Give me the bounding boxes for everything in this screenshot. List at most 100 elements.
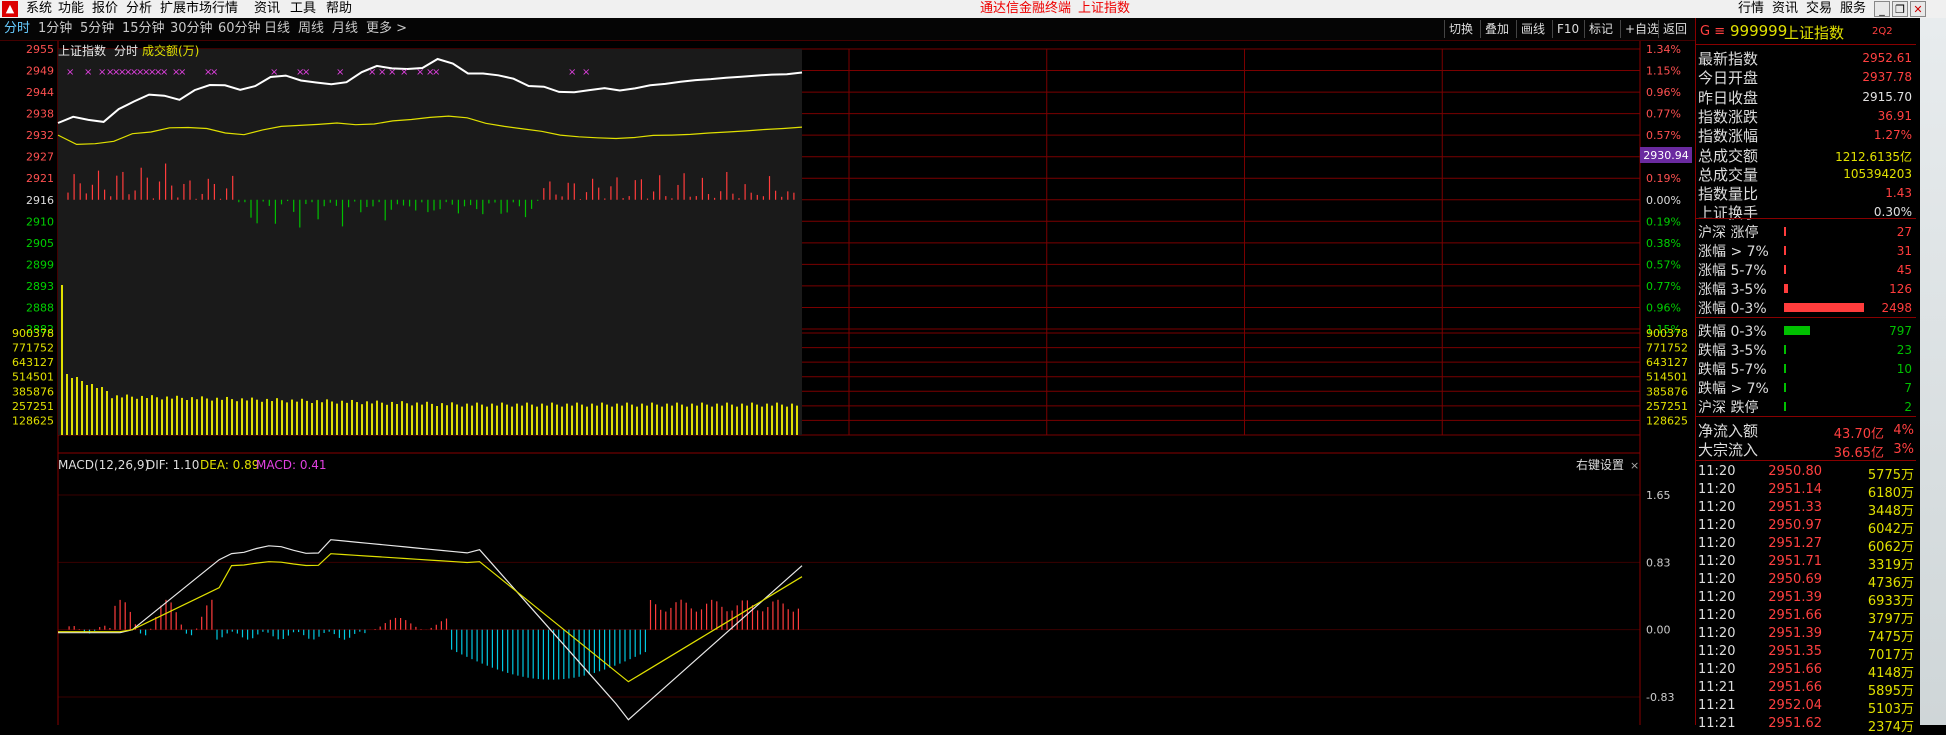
tick-price: 2951.71 [1768,554,1822,569]
menu-right-service[interactable]: 服务 [1840,0,1866,18]
back-button[interactable]: 返回 [1658,20,1687,38]
menu-function[interactable]: 功能 [58,0,84,18]
quote-menu-icon[interactable]: G ≡ [1700,24,1725,39]
tab-weekly[interactable]: 周线 [298,18,324,40]
trade-marker: × [582,67,590,78]
breadth-down-label: 沪深 跌停 [1698,400,1759,416]
tick-price: 2951.27 [1768,536,1822,551]
tab-30min[interactable]: 30分钟 [170,18,213,40]
pct-tick-label: 0.96% [1646,86,1681,99]
flow-separator [1696,416,1916,417]
trade-marker: × [388,67,396,78]
price-tick-label: 2949 [26,65,54,78]
menu-quote[interactable]: 报价 [92,0,118,18]
stat-label: 总成交量 [1698,165,1759,184]
volume-tick-label: 128625 [12,414,54,427]
breadth-up-label: 涨幅 0-3% [1698,301,1767,317]
menu-tools[interactable]: 工具 [290,0,316,18]
tick-time: 11:20 [1698,536,1736,551]
breadth-up-label: 涨幅 3-5% [1698,282,1767,298]
close-icon[interactable]: ✕ [1910,1,1926,17]
pct-tick-label: 0.96% [1646,301,1681,314]
restore-icon[interactable]: ❐ [1892,1,1908,17]
desktop-edge [1920,18,1946,725]
menu-analysis[interactable]: 分析 [126,0,152,18]
pct-tick-label: 0.00% [1646,194,1681,207]
macd-label: MACD(12,26,9) [58,458,149,472]
tick-price: 2952.04 [1768,698,1822,713]
stat-label: 今日开盘 [1698,69,1759,88]
mark-button[interactable]: 标记 [1584,20,1613,38]
breadth-down-label: 跌幅 > 7% [1698,381,1769,397]
price-tick-label: 2955 [26,43,54,56]
menu-right-news[interactable]: 资讯 [1772,0,1798,18]
tick-volume: 3448万 [1867,504,1914,519]
tick-volume: 4736万 [1867,576,1914,591]
tab-15min[interactable]: 15分钟 [122,18,165,40]
menu-extended-market[interactable]: 扩展市场行情 [160,0,238,18]
trade-marker: × [336,67,344,78]
volume-tick-label: 514501 [12,371,54,384]
price-tick-label: 2921 [26,172,54,185]
stat-value: 2915.70 [1862,89,1912,104]
price-tick-label: 2932 [26,129,54,142]
volume-tick-label: 771752 [1646,342,1688,355]
menu-help[interactable]: 帮助 [326,0,352,18]
macd-value: MACD: 0.41 [256,458,327,472]
breadth-down-label: 跌幅 0-3% [1698,324,1767,340]
tab-more[interactable]: 更多 > [366,18,407,40]
chart-index-label: 上证指数 [58,43,106,58]
breadth-up-label: 沪深 涨停 [1698,225,1759,241]
stat-label: 上证换手 [1698,204,1759,223]
app-title: 通达信金融终端 [980,1,1072,16]
tick-volume: 3797万 [1867,612,1914,627]
pct-tick-label: 0.77% [1646,108,1681,121]
price-tick-label: 2944 [26,86,54,99]
tab-5min[interactable]: 5分钟 [80,18,114,40]
breadth-down-value: 797 [1889,324,1912,338]
switch-button[interactable]: 切换 [1444,20,1473,38]
intraday-chart[interactable]: × × × ×××××××××× ×× ×× × ×× × × × × × × ×× × × 295529492… [0,41,1695,725]
draw-button[interactable]: 画线 [1516,20,1545,38]
f10-button[interactable]: F10 [1552,20,1579,38]
minimize-icon[interactable]: _ [1874,1,1890,17]
tab-intraday[interactable]: 分时 [4,18,30,40]
app-logo-icon: ▲ [2,1,18,17]
tick-time: 11:20 [1698,590,1736,605]
flow-label: 大宗流入 [1698,441,1759,459]
trade-marker: × [178,67,186,78]
stat-value: 1.43 [1885,186,1912,201]
flow-label: 净流入额 [1698,422,1759,440]
tab-60min[interactable]: 60分钟 [218,18,261,40]
right-settings-label[interactable]: 右键设置 [1576,457,1624,472]
price-tick-label: 2910 [26,215,54,228]
macd-tick-label: 0.00 [1646,624,1671,637]
trade-marker: × [66,67,74,78]
stat-value: 2937.78 [1862,70,1912,85]
macd-close-icon[interactable]: × [1630,459,1639,472]
breadth-down-value: 10 [1896,362,1912,376]
menu-news[interactable]: 资讯 [254,0,280,18]
quote-name: 上证指数 [1784,24,1845,42]
overlay-button[interactable]: 叠加 [1480,20,1509,38]
tick-time: 11:20 [1698,572,1736,587]
current-price-value: 2930.94 [1643,149,1689,162]
breadth-down-bar [1784,383,1786,392]
tab-daily[interactable]: 日线 [264,18,290,40]
breadth-down-label: 跌幅 5-7% [1698,362,1767,378]
tick-time: 11:20 [1698,644,1736,659]
tab-monthly[interactable]: 月线 [332,18,358,40]
quote-panel: G ≡ 999999 上证指数 2Q2 最新指数 2952.61 今日开盘 2937.… [1695,18,1946,735]
pct-tick-label: 0.38% [1646,237,1681,250]
tab-1min[interactable]: 1分钟 [38,18,72,40]
pct-tick-label: 1.34% [1646,43,1681,56]
add-watchlist-button[interactable]: +自选 [1620,20,1659,38]
menu-right-quote[interactable]: 行情 [1738,0,1764,18]
menu-system[interactable]: 系统 [26,0,52,18]
menu-right-trade[interactable]: 交易 [1806,0,1832,18]
volume-tick-label: 771752 [12,342,54,355]
breadth-down-value: 7 [1904,381,1912,395]
volume-tick-label: 514501 [1646,371,1688,384]
tick-time: 11:20 [1698,518,1736,533]
tick-volume: 7475万 [1867,630,1914,645]
